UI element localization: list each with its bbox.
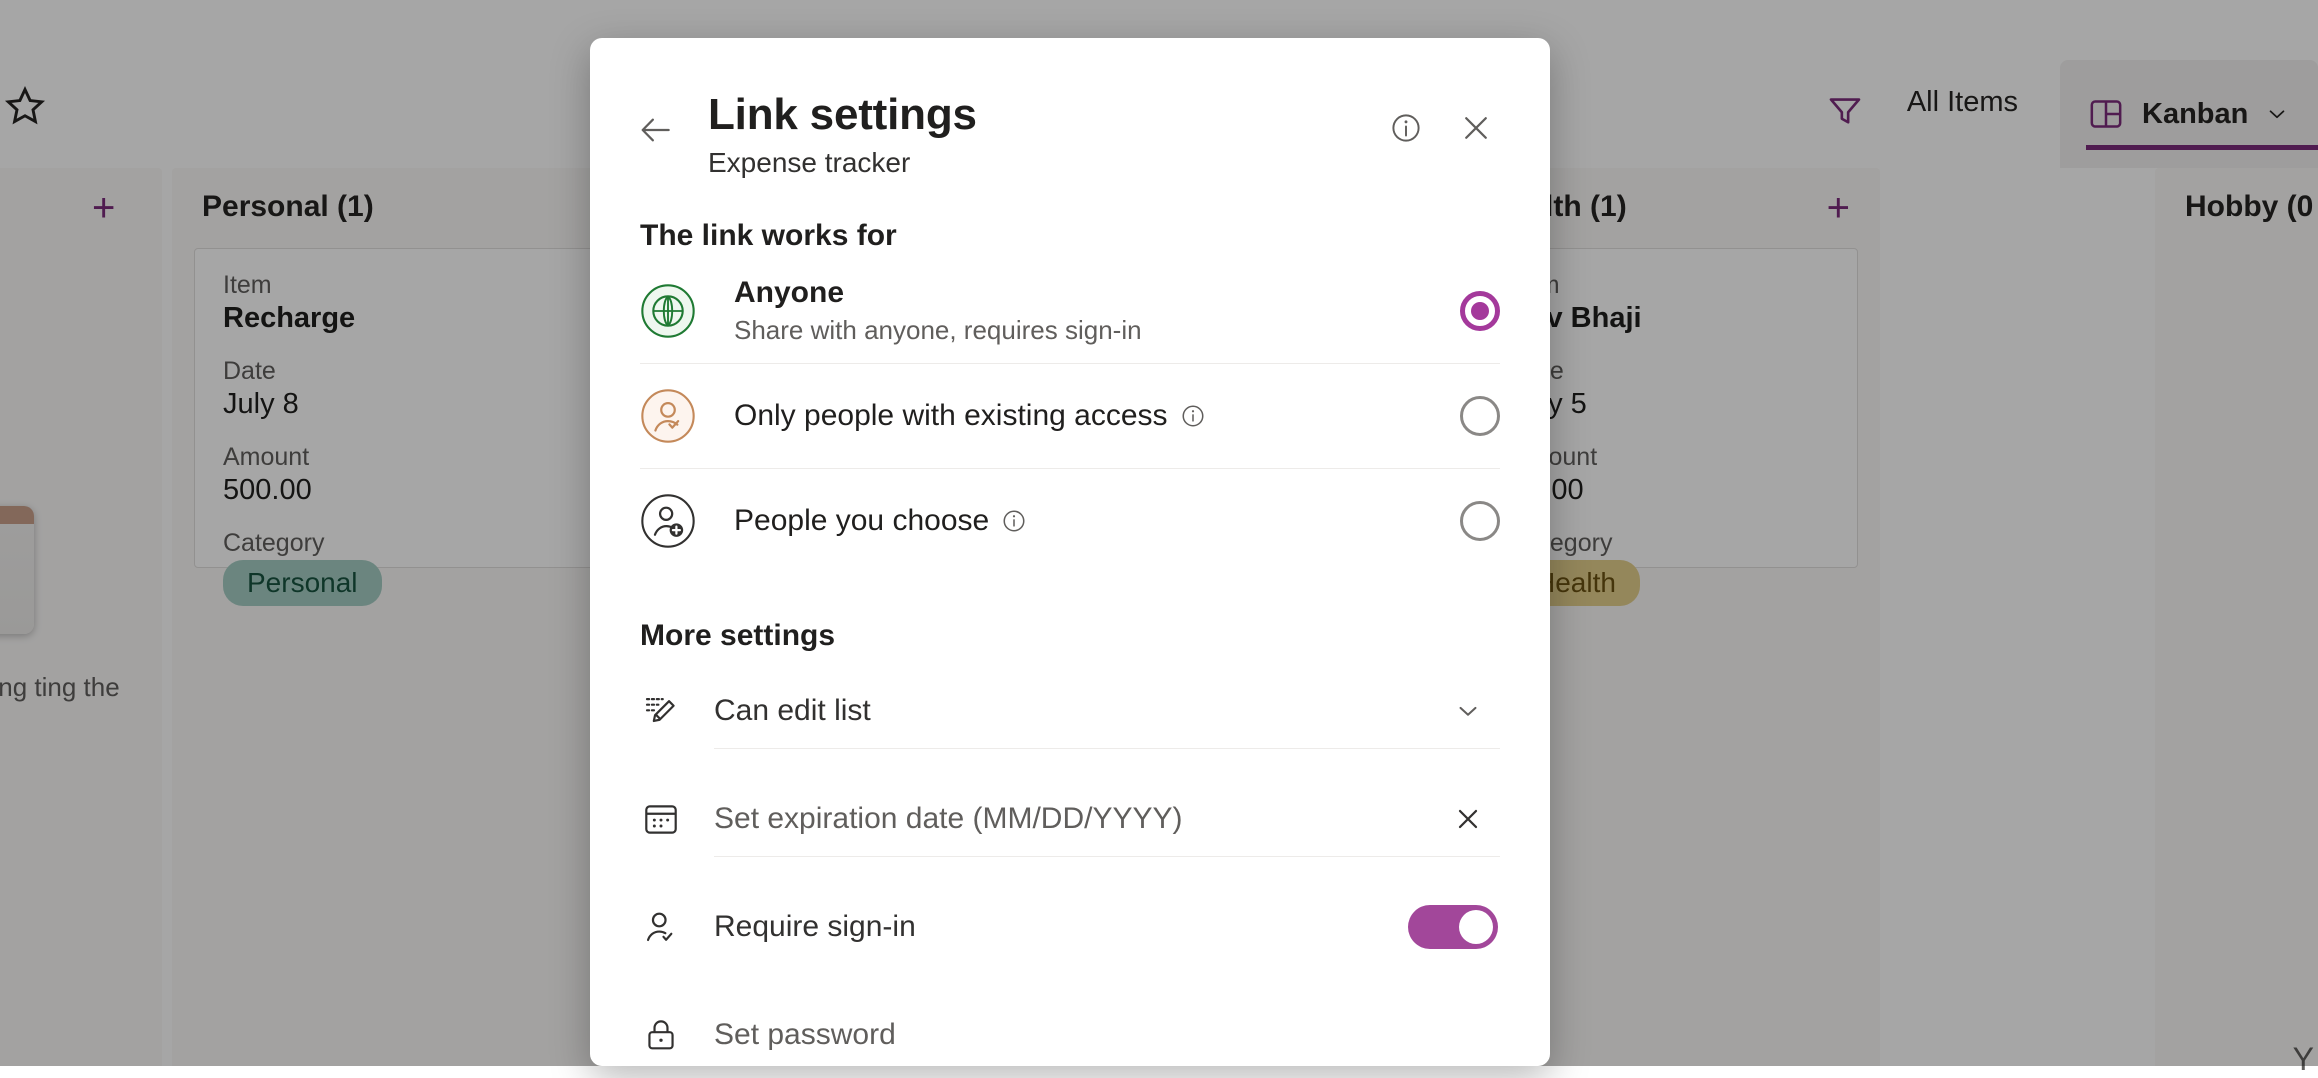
info-circle-icon xyxy=(1182,405,1204,427)
link-settings-dialog: Link settings Expense tracker The link w… xyxy=(590,38,1550,1066)
radio-people-you-choose[interactable] xyxy=(1460,501,1500,542)
option-people-you-choose[interactable]: People you choose xyxy=(640,469,1500,573)
chevron-down-icon xyxy=(1459,706,1477,716)
more-settings-heading: More settings xyxy=(640,619,836,653)
radio-anyone[interactable] xyxy=(1460,291,1500,332)
dialog-header: Link settings Expense tracker xyxy=(590,38,1550,179)
option-description: Share with anyone, requires sign-in xyxy=(734,315,1142,346)
setting-icon-wrap xyxy=(640,798,686,840)
dialog-subtitle: Expense tracker xyxy=(708,147,911,179)
edit-list-icon xyxy=(645,698,675,723)
close-button[interactable] xyxy=(1452,104,1500,152)
option-icon-wrap xyxy=(640,493,696,549)
password-field[interactable]: Set password xyxy=(714,998,1500,1066)
dialog-title: Link settings xyxy=(708,90,977,139)
option-icon-wrap xyxy=(640,388,696,444)
close-x-icon xyxy=(1458,809,1478,828)
require-sign-in-field[interactable]: Require sign-in xyxy=(714,890,1500,964)
dialog-title-block: Link settings Expense tracker xyxy=(708,90,1382,179)
password-placeholder: Set password xyxy=(714,1017,896,1051)
globe-icon xyxy=(641,284,695,338)
person-add-circle-icon xyxy=(641,494,695,548)
back-button[interactable] xyxy=(630,104,682,156)
close-x-icon xyxy=(1465,117,1487,139)
option-anyone[interactable]: Anyone Share with anyone, requires sign-… xyxy=(640,259,1500,365)
option-icon-wrap xyxy=(640,283,696,339)
setting-permission[interactable]: Can edit list xyxy=(640,657,1500,765)
require-sign-in-toggle[interactable] xyxy=(1408,905,1498,950)
person-check-icon xyxy=(646,912,673,942)
setting-require-sign-in[interactable]: Require sign-in xyxy=(640,873,1500,981)
setting-icon-wrap xyxy=(640,906,686,948)
link-works-for-heading: The link works for xyxy=(640,219,897,253)
option-label: Only people with existing access xyxy=(734,399,1168,433)
setting-password[interactable]: Set password xyxy=(640,981,1500,1066)
option-info-icon[interactable] xyxy=(1180,403,1206,429)
dialog-header-actions xyxy=(1382,104,1500,152)
lock-icon xyxy=(648,1020,674,1050)
option-text: Only people with existing access xyxy=(734,399,1460,433)
person-check-circle-icon xyxy=(641,389,695,443)
require-sign-in-label: Require sign-in xyxy=(714,910,916,944)
option-text: People you choose xyxy=(734,504,1460,538)
expiration-date-field[interactable]: Set expiration date (MM/DD/YYYY) xyxy=(714,782,1500,857)
setting-icon-wrap xyxy=(640,690,686,732)
setting-expiration-date[interactable]: Set expiration date (MM/DD/YYYY) xyxy=(640,765,1500,873)
info-circle-icon xyxy=(1392,114,1420,142)
permission-chevron-button[interactable] xyxy=(1442,696,1494,726)
option-info-icon[interactable] xyxy=(1001,508,1027,534)
expiration-date-placeholder: Set expiration date (MM/DD/YYYY) xyxy=(714,801,1183,835)
option-label: Anyone xyxy=(734,276,845,310)
setting-icon-wrap xyxy=(640,1014,686,1056)
calendar-icon xyxy=(645,805,677,835)
radio-existing-access[interactable] xyxy=(1460,396,1500,437)
back-arrow-icon xyxy=(641,118,670,142)
toggle-knob xyxy=(1459,910,1493,945)
more-settings-list: Can edit list Set expiration date (MM/DD… xyxy=(590,657,1550,1066)
clear-expiration-button[interactable] xyxy=(1442,803,1494,835)
option-text: Anyone Share with anyone, requires sign-… xyxy=(734,276,1460,346)
info-button[interactable] xyxy=(1382,104,1430,152)
setting-field[interactable]: Can edit list xyxy=(714,674,1500,749)
option-label: People you choose xyxy=(734,504,990,538)
option-existing-access[interactable]: Only people with existing access xyxy=(640,364,1500,470)
link-audience-options: Anyone Share with anyone, requires sign-… xyxy=(590,259,1550,573)
info-circle-icon xyxy=(1003,510,1025,532)
setting-label: Can edit list xyxy=(714,693,871,727)
